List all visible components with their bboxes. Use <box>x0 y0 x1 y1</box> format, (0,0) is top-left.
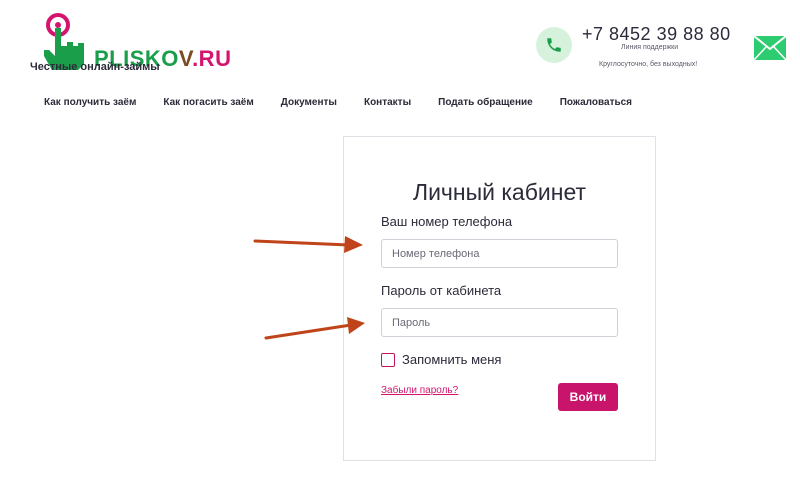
nav-item-complain[interactable]: Пожаловаться <box>560 97 632 108</box>
arrow-to-phone-icon <box>253 236 363 253</box>
mail-icon[interactable] <box>754 36 786 60</box>
password-input[interactable] <box>381 308 618 337</box>
nav-item-how-to-get-loan[interactable]: Как получить заём <box>44 97 136 108</box>
login-title: Личный кабинет <box>412 179 587 205</box>
forgot-password-link[interactable]: Забыли пароль? <box>381 385 458 396</box>
arrow-to-password-icon <box>264 317 365 340</box>
remember-me-label: Запомнить меня <box>402 352 502 367</box>
password-field-label: Пароль от кабинета <box>381 283 502 298</box>
login-card: Личный кабинет Ваш номер телефона Пароль… <box>343 136 656 461</box>
support-line-label: Линия поддержки <box>621 44 679 51</box>
nav-item-submit-request[interactable]: Подать обращение <box>438 97 533 108</box>
nav-item-documents[interactable]: Документы <box>281 97 337 108</box>
phone-field-label: Ваш номер телефона <box>381 214 513 229</box>
support-hours: Круглосуточно, без выходных! <box>599 61 698 68</box>
brand-tagline: Честные онлайн-займы <box>30 61 160 73</box>
nav-item-contacts[interactable]: Контакты <box>364 97 411 108</box>
support-phone-number[interactable]: +7 8452 39 88 80 <box>582 24 731 45</box>
main-nav: Как получить заём Как погасить заём Доку… <box>44 97 632 108</box>
phone-input[interactable] <box>381 239 618 268</box>
phone-icon[interactable] <box>536 27 572 63</box>
nav-item-how-to-repay[interactable]: Как погасить заём <box>163 97 253 108</box>
site-logo[interactable]: PLISKOV.RU <box>40 12 240 87</box>
remember-me-checkbox[interactable] <box>381 352 395 367</box>
phone-glyph-icon <box>547 38 561 52</box>
login-button[interactable]: Войти <box>558 383 618 411</box>
remember-me-toggle[interactable]: Запомнить меня <box>381 352 501 367</box>
